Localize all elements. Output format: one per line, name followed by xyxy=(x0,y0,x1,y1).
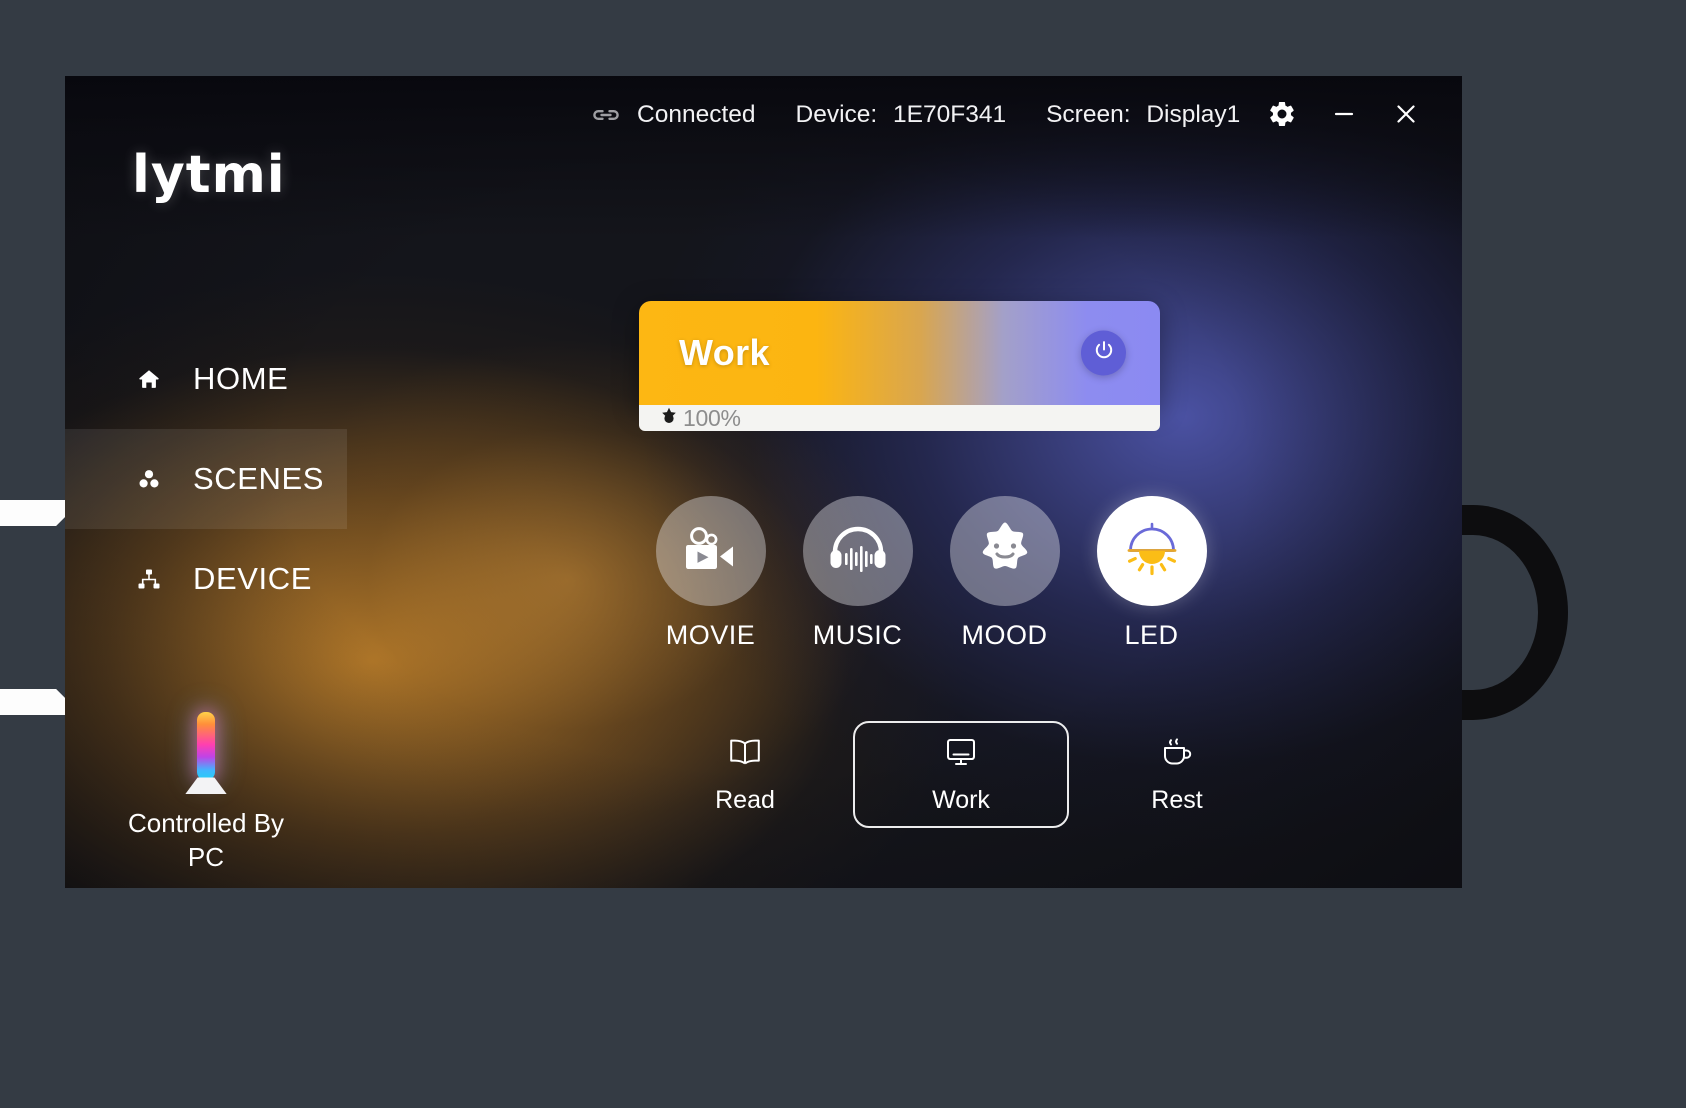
sidebar-item-scenes[interactable]: SCENES xyxy=(65,429,347,529)
mode-label: MOOD xyxy=(961,620,1048,650)
close-button[interactable] xyxy=(1386,94,1426,134)
app-logo: lytmi xyxy=(132,145,286,205)
brightness-sun-icon xyxy=(657,406,681,430)
settings-button[interactable] xyxy=(1262,94,1302,134)
brightness-slider[interactable]: 100% xyxy=(639,405,1160,431)
minimize-icon xyxy=(1329,99,1359,129)
screen-info: Screen: Display1 xyxy=(1046,101,1240,129)
scene-power-button[interactable] xyxy=(1081,330,1126,376)
mode-music[interactable]: MUSIC xyxy=(784,496,931,651)
mode-movie[interactable]: MOVIE xyxy=(637,496,784,651)
submode-label: Rest xyxy=(1151,786,1203,814)
mode-movie-circle xyxy=(655,496,766,606)
sidebar-item-label: DEVICE xyxy=(193,561,313,596)
close-icon xyxy=(1391,99,1421,129)
power-icon xyxy=(1092,339,1116,368)
device-value: 1E70F341 xyxy=(893,101,1007,128)
gear-icon xyxy=(1267,99,1297,129)
sitemap-icon xyxy=(132,564,166,594)
connection-status-group: Connected Device: 1E70F341 Screen: Displ… xyxy=(591,101,1240,129)
main-content: Work 100% MOVIE MUSIC MOOD LED Read Work… xyxy=(347,154,1462,888)
device-caption-line2: PC xyxy=(187,841,225,872)
headphones-icon xyxy=(826,523,890,580)
scenes-icon xyxy=(132,464,166,494)
light-bar-glow xyxy=(197,712,215,781)
scene-name: Work xyxy=(679,332,770,373)
sidebar-item-label: SCENES xyxy=(193,461,325,496)
screen-root: Connected Device: 1E70F341 Screen: Displ… xyxy=(0,0,1686,1108)
mode-label: MUSIC xyxy=(812,620,903,650)
scene-card-header: Work xyxy=(639,301,1160,405)
home-icon xyxy=(132,364,166,394)
device-label: Device: xyxy=(795,101,878,128)
window-controls xyxy=(1262,94,1426,134)
mode-music-circle xyxy=(802,496,913,606)
rgb-light-bar-icon xyxy=(185,712,227,795)
submode-work[interactable]: Work xyxy=(853,721,1069,828)
mode-label: LED xyxy=(1124,620,1179,650)
connection-status-text: Connected xyxy=(637,101,756,128)
mode-mood-circle xyxy=(949,496,1060,606)
submode-read[interactable]: Read xyxy=(637,721,853,828)
active-scene-card[interactable]: Work 100% xyxy=(639,301,1160,431)
device-caption: Controlled By PC xyxy=(128,807,284,874)
screen-label: Screen: xyxy=(1046,101,1131,128)
connected-device-block: Controlled By PC xyxy=(65,712,347,874)
device-caption-line1: Controlled By xyxy=(127,808,285,839)
sidebar-item-label: HOME xyxy=(193,361,289,396)
submode-label: Work xyxy=(932,786,990,814)
mode-list: MOVIE MUSIC MOOD LED xyxy=(637,496,1225,651)
mode-label: MOVIE xyxy=(665,620,756,650)
monitor-icon xyxy=(944,734,978,770)
minimize-button[interactable] xyxy=(1324,94,1364,134)
submode-list: Read Work Rest xyxy=(637,721,1285,828)
mode-led[interactable]: LED xyxy=(1078,496,1225,651)
sidebar: lytmi HOME SCENES DEVICE Controlled By P… xyxy=(65,76,347,888)
submode-label: Read xyxy=(715,786,775,814)
submode-rest[interactable]: Rest xyxy=(1069,721,1285,828)
video-camera-icon xyxy=(680,524,742,579)
coffee-icon xyxy=(1160,734,1194,770)
device-info: Device: 1E70F341 xyxy=(796,101,1007,129)
screen-value: Display1 xyxy=(1146,101,1241,128)
mode-mood[interactable]: MOOD xyxy=(931,496,1078,651)
sidebar-item-device[interactable]: DEVICE xyxy=(65,529,347,629)
mode-led-circle xyxy=(1096,496,1207,606)
link-icon xyxy=(591,106,621,124)
pendant-lamp-icon xyxy=(1120,518,1184,585)
sidebar-item-home[interactable]: HOME xyxy=(65,329,347,429)
brightness-value: 100% xyxy=(683,405,741,431)
titlebar: Connected Device: 1E70F341 Screen: Displ… xyxy=(65,76,1462,154)
smiling-star-icon xyxy=(975,520,1035,583)
light-bar-base xyxy=(185,777,227,795)
sidebar-nav: HOME SCENES DEVICE xyxy=(65,329,347,629)
lytmi-app-window: Connected Device: 1E70F341 Screen: Displ… xyxy=(65,76,1462,888)
book-icon xyxy=(728,734,762,770)
